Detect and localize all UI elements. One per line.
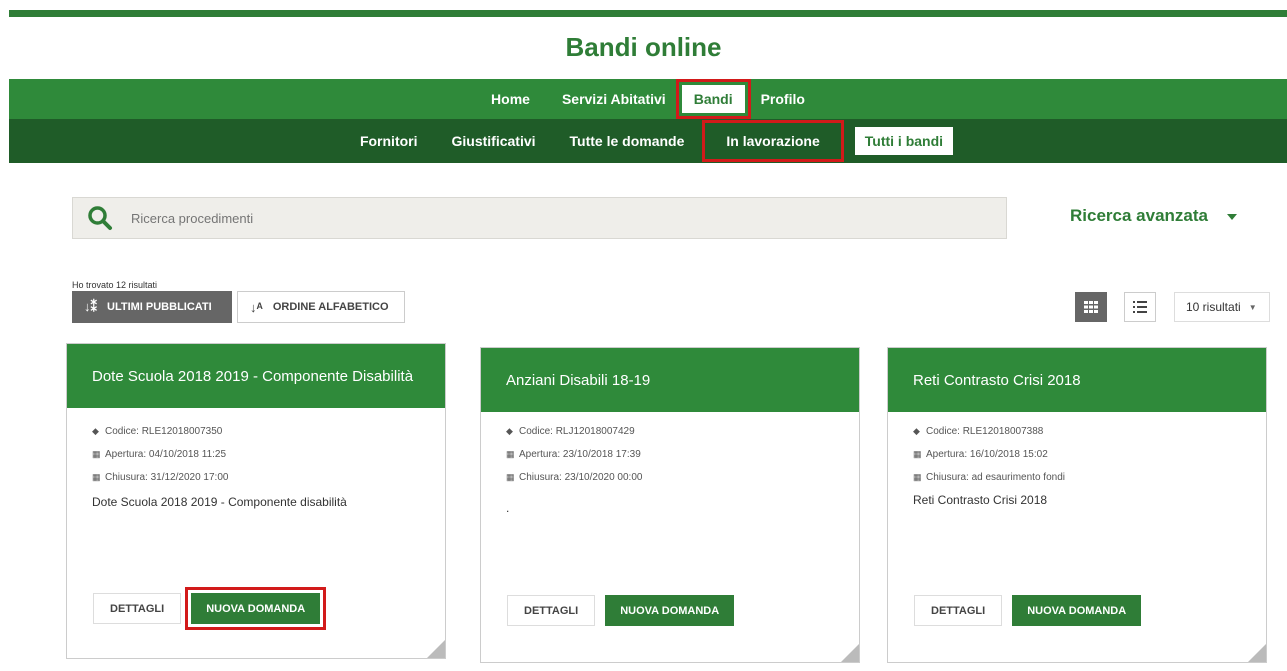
advanced-search-link[interactable]: Ricerca avanzata [1070,206,1208,226]
calendar-icon: ▦ [92,449,101,459]
calendar-icon: ▦ [506,472,515,482]
nav-profilo[interactable]: Profilo [745,85,821,113]
details-button[interactable]: DETTAGLI [507,595,596,626]
top-green-strip [9,10,1287,17]
nav-servizi-abitativi[interactable]: Servizi Abitativi [546,85,682,113]
grid-icon [1084,301,1098,313]
site-title: Bandi online [565,32,722,62]
primary-nav: Home Servizi Abitativi Bandi Profilo [9,79,1287,119]
bando-card: Anziani Disabili 18-19 ◆ Codice: RLJ12018… [480,347,860,663]
card-meta: ◆ Codice: RLJ12018007429 ▦ Apertura: 23/10… [481,420,859,489]
calendar-icon: ▦ [913,472,922,482]
card-title[interactable]: Reti Contrasto Crisi 2018 [888,348,1266,412]
subnav-fornitori[interactable]: Fornitori [343,127,435,155]
subnav-in-lavorazione[interactable]: In lavorazione [702,120,844,162]
grid-view-button[interactable] [1075,292,1107,322]
list-view-button[interactable] [1124,292,1156,322]
subnav-tutte-le-domande[interactable]: Tutte le domande [553,127,702,155]
results-per-page-select[interactable]: 10 risultati ▼ [1174,292,1270,322]
calendar-icon: ▦ [506,449,515,459]
search-input[interactable] [131,210,931,226]
search-bar [72,197,1007,239]
card-description: Dote Scuola 2018 2019 - Componente disab… [92,495,347,509]
select-caret-icon: ▼ [1248,302,1257,312]
card-title[interactable]: Anziani Disabili 18-19 [481,348,859,412]
bando-card: Reti Contrasto Crisi 2018 ◆ Codice: RLE12… [887,347,1267,663]
per-page-value: 10 risultati [1186,300,1241,314]
sort-latest-button[interactable]: ↓⁑ ULTIMI PUBBLICATI [72,291,232,323]
details-button[interactable]: DETTAGLI [914,595,1003,626]
sort-latest-label: ULTIMI PUBBLICATI [107,301,212,313]
nav-home[interactable]: Home [475,85,546,113]
subnav-giustificativi[interactable]: Giustificativi [435,127,553,155]
new-application-button[interactable]: NUOVA DOMANDA [1012,595,1142,626]
bando-card: Dote Scuola 2018 2019 - Componente Disab… [66,343,446,659]
sort-alpha-icon: ↓ᴬ [250,299,263,315]
card-description: Reti Contrasto Crisi 2018 [913,493,1048,507]
card-corner [841,644,859,662]
list-icon [1133,301,1147,313]
new-application-button[interactable]: NUOVA DOMANDA [185,587,327,630]
tag-icon: ◆ [506,426,513,436]
subnav-tutti-i-bandi[interactable]: Tutti i bandi [854,127,954,155]
card-meta: ◆ Codice: RLE12018007388 ▦ Apertura: 16/10… [888,420,1266,489]
search-icon[interactable] [87,205,113,231]
details-button[interactable]: DETTAGLI [93,593,182,624]
sort-alpha-label: ORDINE ALFABETICO [272,301,389,313]
card-description: . [506,501,510,515]
card-meta: ◆ Codice: RLE12018007350 ▦ Apertura: 04/10… [67,420,445,489]
card-corner [1248,644,1266,662]
sort-desc-icon: ↓⁑ [84,299,97,314]
tag-icon: ◆ [92,426,99,436]
tag-icon: ◆ [913,426,920,436]
caret-down-icon[interactable] [1227,214,1237,220]
card-title[interactable]: Dote Scuola 2018 2019 - Componente Disab… [67,344,445,408]
card-corner [427,640,445,658]
new-application-button[interactable]: NUOVA DOMANDA [605,595,735,626]
results-count: Ho trovato 12 risultati [72,280,158,290]
calendar-icon: ▦ [913,449,922,459]
nav-bandi[interactable]: Bandi [675,79,751,119]
sort-alpha-button[interactable]: ↓ᴬ ORDINE ALFABETICO [237,291,405,323]
calendar-icon: ▦ [92,472,101,482]
secondary-nav: Fornitori Giustificativi Tutte le domand… [9,119,1287,163]
